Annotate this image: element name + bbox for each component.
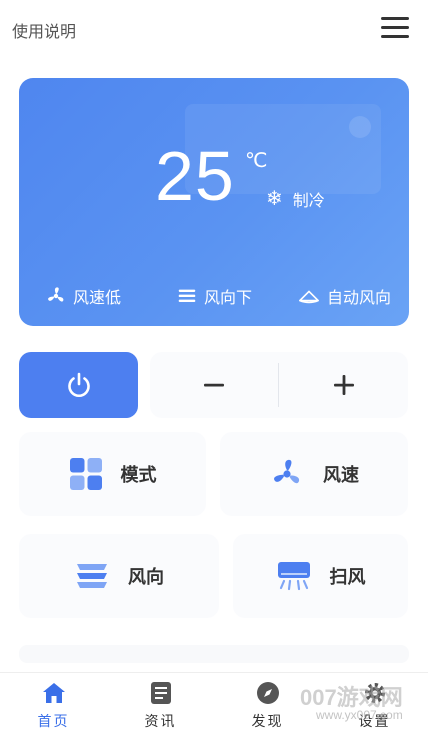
manual-link[interactable]: 使用说明 xyxy=(12,18,76,42)
content-divider xyxy=(19,645,409,663)
mode-label: 制冷 xyxy=(292,192,325,210)
panel-decoration-dot xyxy=(349,116,371,138)
fan-icon xyxy=(274,459,300,484)
status-auto-swing: 自动风向 xyxy=(297,284,391,308)
nav-discover-label: 发现 xyxy=(251,713,284,729)
nav-news[interactable]: 资讯 xyxy=(107,681,214,731)
mode-button-label: 模式 xyxy=(120,465,157,485)
fan-speed-button-label: 风速 xyxy=(323,465,359,485)
auto-swing-icon xyxy=(299,290,319,304)
temperature-value: 25 xyxy=(155,137,235,215)
status-fan-speed: 风速低 xyxy=(45,284,121,308)
swing-button[interactable]: 扫风 xyxy=(233,534,408,618)
nav-home-label: 首页 xyxy=(37,713,70,729)
hamburger-menu-icon[interactable] xyxy=(381,17,409,39)
ac-status-panel: 25 ℃ ❄ 制冷 风速低 风向下 自动风向 xyxy=(19,78,409,326)
temperature-unit: ℃ xyxy=(245,150,268,172)
status-wind-direction: 风向下 xyxy=(176,284,252,308)
power-button[interactable] xyxy=(19,352,138,418)
fan-speed-button[interactable]: 风速 xyxy=(220,432,408,516)
wind-direction-icon xyxy=(178,289,196,303)
snowflake-icon: ❄ xyxy=(266,188,283,210)
plus-icon xyxy=(333,375,354,395)
wind-direction-icon xyxy=(77,564,107,588)
wind-direction-button-label: 风向 xyxy=(128,567,164,587)
nav-home[interactable]: 首页 xyxy=(0,681,107,731)
ac-swing-icon xyxy=(277,562,310,591)
wind-direction-button[interactable]: 风向 xyxy=(19,534,219,618)
swing-button-label: 扫风 xyxy=(329,567,366,587)
status-fan-speed-label: 风速低 xyxy=(73,290,122,307)
home-icon xyxy=(42,683,65,703)
top-bar: 使用说明 xyxy=(0,0,428,58)
temperature-minus-button[interactable] xyxy=(150,352,278,418)
status-auto-swing-label: 自动风向 xyxy=(327,290,392,307)
status-wind-direction-label: 风向下 xyxy=(204,290,253,307)
mode-button[interactable]: 模式 xyxy=(19,432,206,516)
mode-indicator: ❄ 制冷 xyxy=(266,186,325,211)
minus-icon xyxy=(204,383,224,387)
mode-grid-icon xyxy=(69,458,102,490)
status-row: 风速低 风向下 自动风向 xyxy=(19,284,409,310)
temperature-plus-button[interactable] xyxy=(279,352,408,418)
temperature-control xyxy=(150,352,408,418)
nav-news-label: 资讯 xyxy=(144,713,177,729)
compass-icon xyxy=(256,682,279,704)
news-icon xyxy=(150,682,171,704)
watermark-url: www.yx007.com xyxy=(316,708,403,722)
fan-icon xyxy=(48,287,64,302)
power-icon xyxy=(67,372,90,397)
